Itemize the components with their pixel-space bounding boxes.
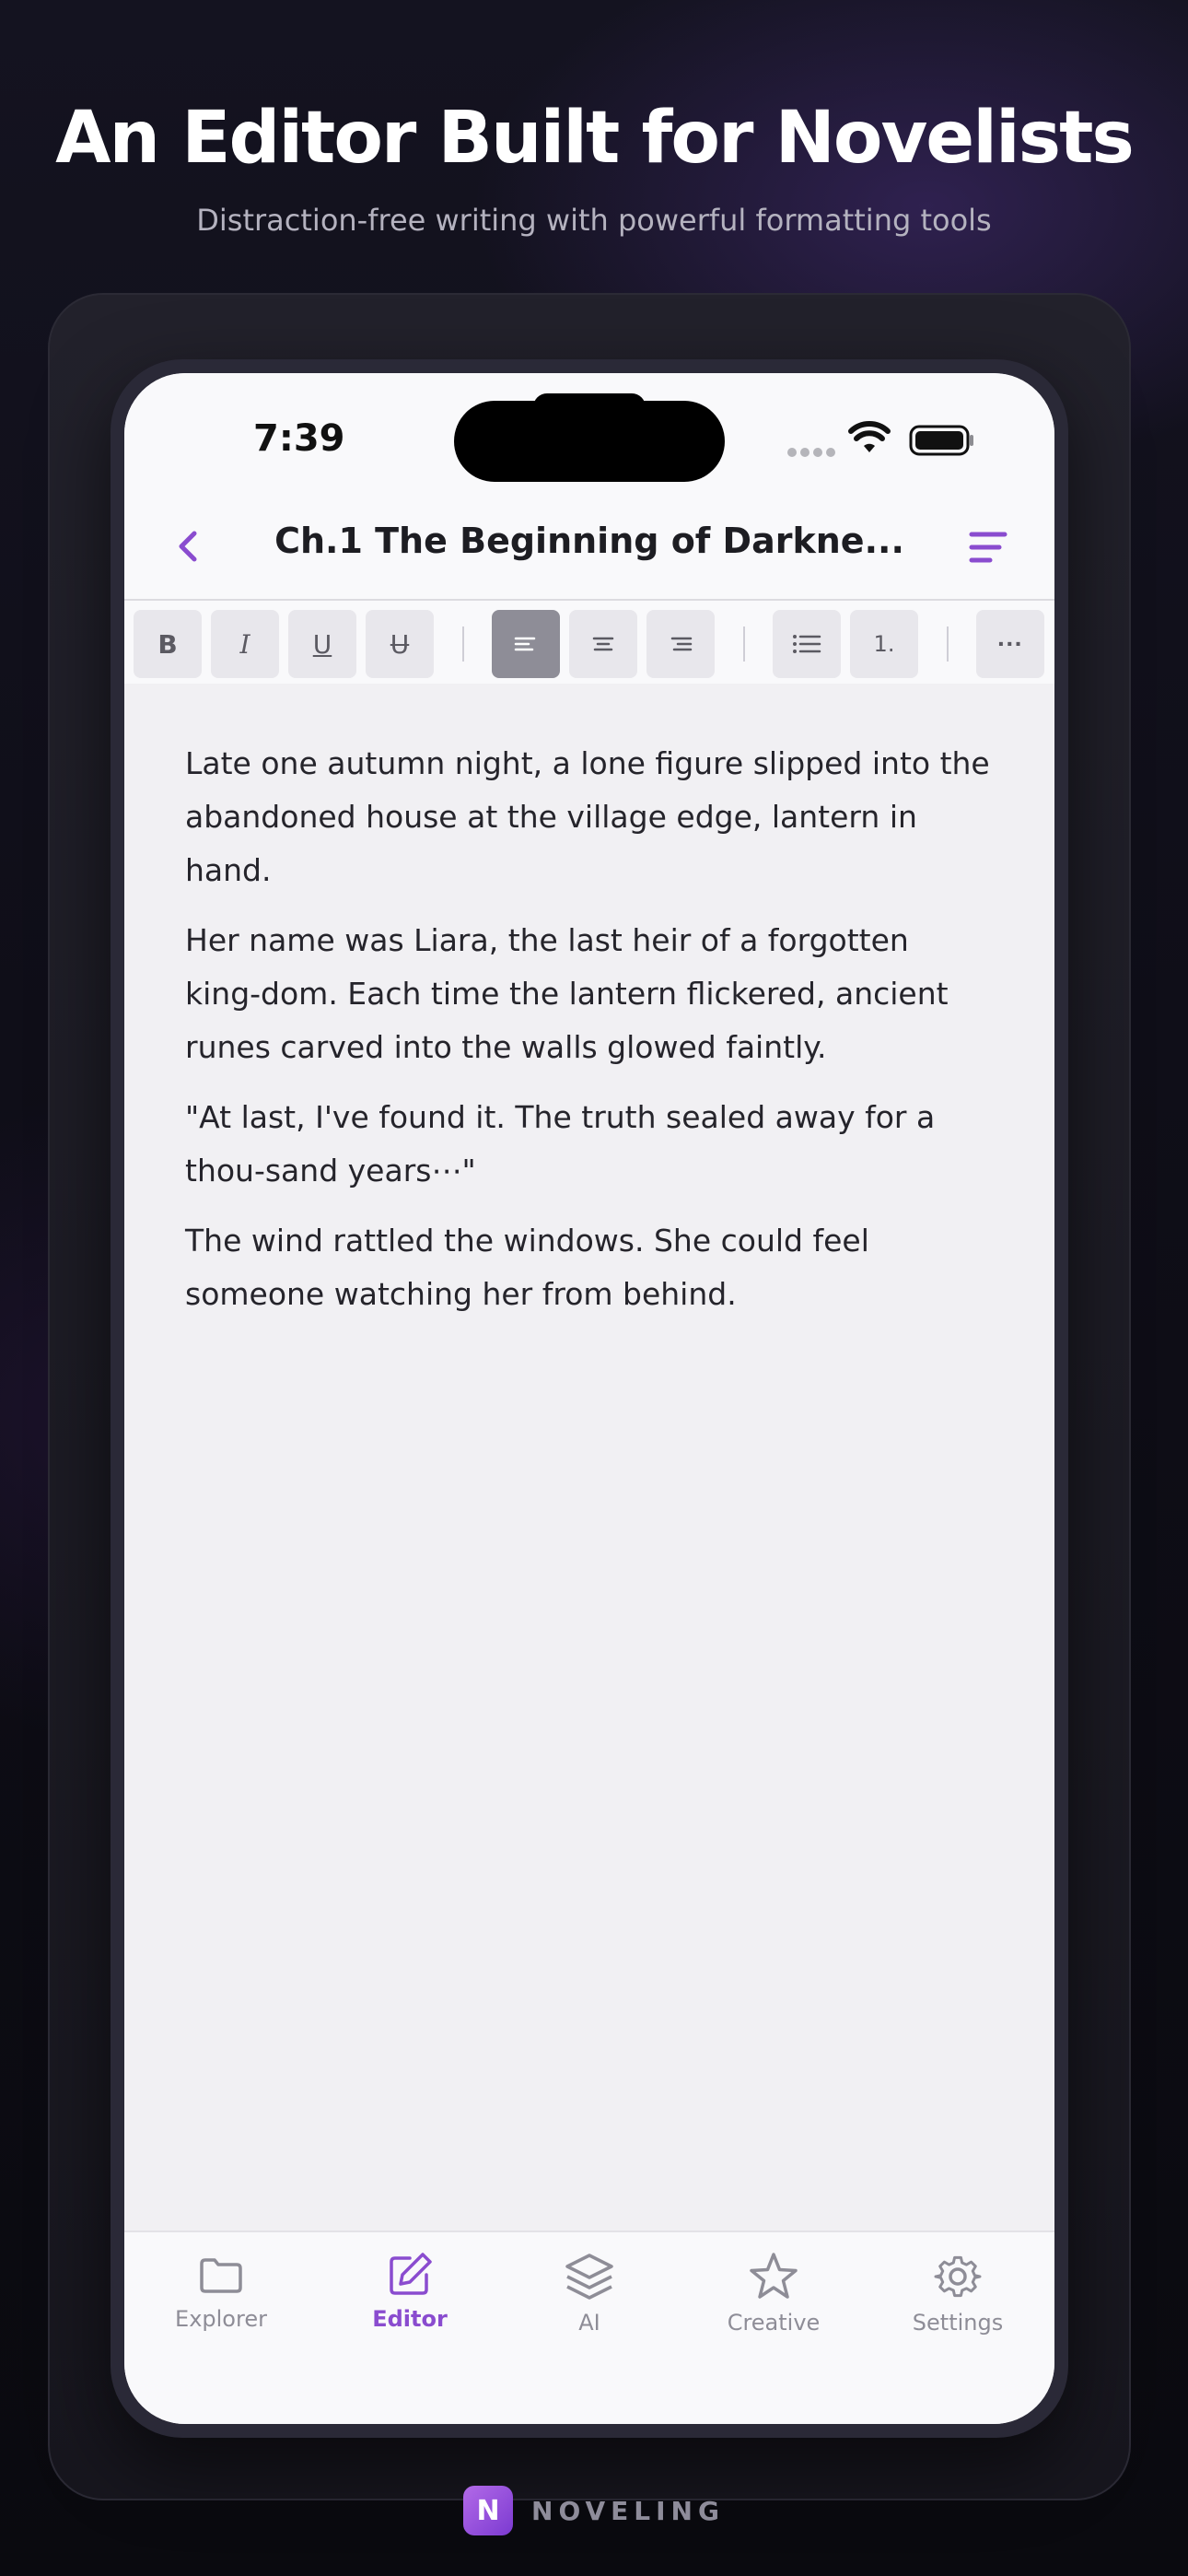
underline-button[interactable]: U <box>288 610 356 678</box>
tab-settings[interactable]: Settings <box>866 2251 1050 2336</box>
battery-icon <box>909 425 975 461</box>
editor-nav-bar: Ch.1 The Beginning of Darkne... <box>124 493 1054 601</box>
chapter-title: Ch.1 The Beginning of Darkne... <box>274 521 904 561</box>
align-center-button[interactable] <box>569 610 637 678</box>
star-icon <box>750 2253 798 2299</box>
noveling-logo: N <box>463 2486 514 2535</box>
menu-lines-icon <box>969 532 1007 563</box>
paragraph: Late one autumn night, a lone figure sli… <box>185 745 990 888</box>
brand-name: NOVELING <box>531 2495 725 2526</box>
numbered-list-icon: 1. <box>873 631 895 657</box>
strikethrough-button[interactable]: U <box>366 610 434 678</box>
toolbar-divider <box>462 626 464 662</box>
align-left-button[interactable] <box>492 610 560 678</box>
cellular-signal-icon <box>787 445 839 462</box>
phone-screen: 7:39 Ch.1 The Beginning of Darkne... B I… <box>124 373 1054 2424</box>
tab-label: Settings <box>912 2310 1004 2336</box>
toolbar-divider <box>743 626 745 662</box>
bold-icon: B <box>157 628 178 660</box>
bullet-list-icon <box>793 635 821 653</box>
logo-letter: N <box>476 2494 500 2527</box>
document-body[interactable]: Late one autumn night, a lone figure sli… <box>185 737 990 1338</box>
tab-editor[interactable]: Editor <box>318 2251 502 2332</box>
tab-explorer[interactable]: Explorer <box>129 2251 313 2332</box>
back-button[interactable] <box>170 528 207 569</box>
promo-headline: An Editor Built for Novelists <box>55 97 1135 180</box>
strikethrough-icon: U <box>390 628 410 660</box>
tab-label: AI <box>578 2310 600 2336</box>
align-center-icon <box>592 637 614 651</box>
outline-menu-button[interactable] <box>968 530 1008 569</box>
tab-creative[interactable]: Creative <box>681 2251 866 2336</box>
bottom-tab-bar: Explorer Editor AI Creative Settings <box>124 2231 1054 2424</box>
paragraph: The wind rattled the windows. She could … <box>185 1223 869 1312</box>
more-options-button[interactable]: ··· <box>976 610 1044 678</box>
folder-icon <box>200 2258 242 2293</box>
status-bar: 7:39 <box>124 373 1054 493</box>
paragraph: "At last, I've found it. The truth seale… <box>185 1099 936 1188</box>
align-left-icon <box>514 637 536 651</box>
underline-icon: U <box>312 628 332 660</box>
align-right-icon <box>670 637 693 651</box>
gear-icon <box>934 2255 982 2298</box>
italic-button[interactable]: I <box>211 610 279 678</box>
layers-icon <box>565 2254 613 2300</box>
paragraph: Her name was Liara, the last heir of a f… <box>185 922 949 1065</box>
brand-footer: N NOVELING <box>0 2486 1188 2535</box>
bold-button[interactable]: B <box>134 610 202 678</box>
tab-label: Editor <box>372 2306 448 2332</box>
numbered-list-button[interactable]: 1. <box>850 610 918 678</box>
tab-label: Explorer <box>175 2306 267 2332</box>
more-dots-icon: ··· <box>997 629 1023 658</box>
edit-icon <box>390 2253 432 2295</box>
tab-label: Creative <box>727 2310 821 2336</box>
italic-icon: I <box>239 628 250 660</box>
align-right-button[interactable] <box>646 610 715 678</box>
status-time: 7:39 <box>253 417 345 460</box>
bullet-list-button[interactable] <box>773 610 841 678</box>
chevron-left-icon <box>179 531 197 562</box>
wifi-icon <box>848 421 891 459</box>
toolbar-divider <box>947 626 949 662</box>
dynamic-island <box>454 401 725 482</box>
tab-ai[interactable]: AI <box>497 2251 681 2336</box>
formatting-toolbar: B I U U 1. ··· <box>124 601 1054 684</box>
promo-subline: Distraction-free writing with powerful f… <box>196 203 992 238</box>
